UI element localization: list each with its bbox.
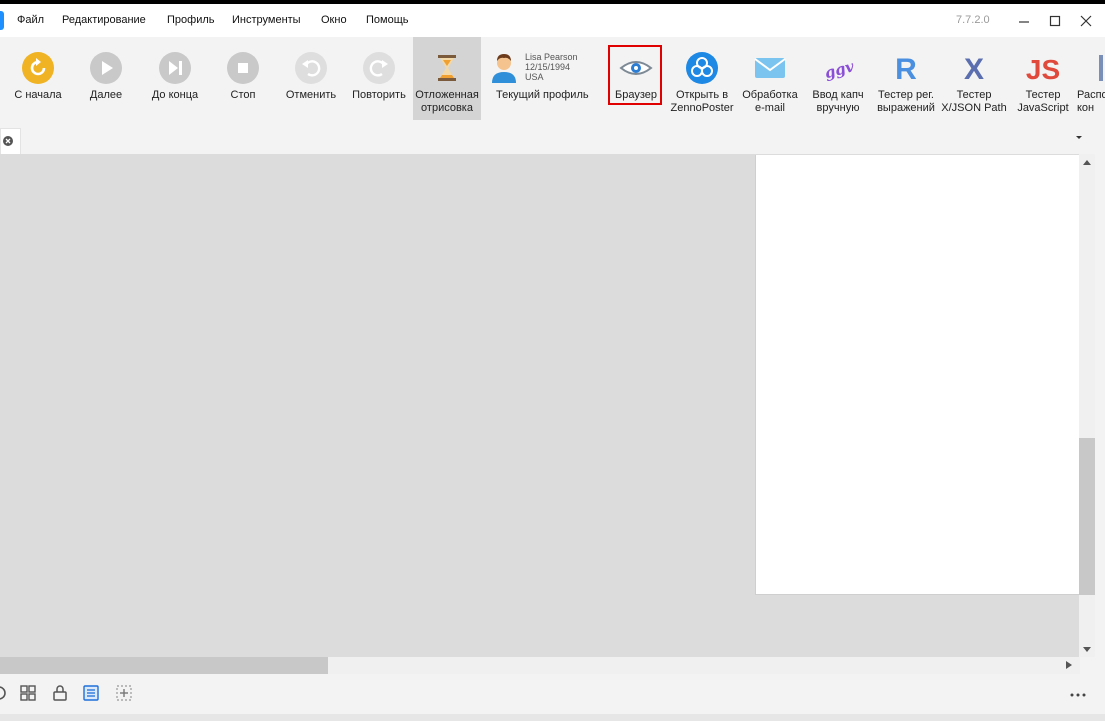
close-tab-icon[interactable] xyxy=(3,136,13,146)
js-tester-button[interactable]: JS Тестер JavaScript xyxy=(1012,37,1074,120)
deferred-render-label: Отложенная отрисовка xyxy=(415,89,479,114)
menu-window[interactable]: Окно xyxy=(321,14,347,26)
captcha-manual-button[interactable]: ggv Ввод капч вручную xyxy=(806,37,870,120)
skip-end-icon xyxy=(159,52,191,84)
tab-project[interactable] xyxy=(0,128,21,154)
stop-icon xyxy=(227,52,259,84)
more-options-icon[interactable] xyxy=(1069,684,1087,702)
menu-bar: Файл Редактирование Профиль Инструменты … xyxy=(0,4,1105,37)
stop-label: Стоп xyxy=(230,89,256,101)
xjson-tester-label: Тестер X/JSON Path xyxy=(941,89,1007,114)
open-zennoposter-button[interactable]: Открыть в ZennoPoster xyxy=(670,37,734,120)
maximize-icon xyxy=(1049,15,1061,27)
next-label: Далее xyxy=(89,89,123,101)
browser-preview-panel[interactable] xyxy=(755,155,1080,595)
undo-label: Отменить xyxy=(285,89,337,101)
stop-button[interactable]: Стоп xyxy=(214,37,272,120)
js-tester-label: Тестер JavaScript xyxy=(1017,89,1069,114)
menu-file[interactable]: Файл xyxy=(17,14,44,26)
vertical-scroll-thumb[interactable] xyxy=(1079,438,1095,595)
menu-profile[interactable]: Профиль xyxy=(167,14,215,26)
open-zennoposter-label: Открыть в ZennoPoster xyxy=(670,89,734,114)
close-button[interactable] xyxy=(1076,12,1096,30)
svg-text:X: X xyxy=(964,53,984,85)
scroll-right-icon[interactable] xyxy=(1066,661,1072,669)
grid-icon[interactable] xyxy=(19,684,37,702)
minimize-button[interactable] xyxy=(1014,12,1034,30)
restart-button[interactable]: С начала xyxy=(6,37,70,120)
regex-tester-button[interactable]: R Тестер рег. выражений xyxy=(874,37,938,120)
xpath-icon: X xyxy=(964,53,984,85)
to-end-label: До конца xyxy=(151,89,199,101)
current-profile-label: Текущий профиль xyxy=(496,89,589,101)
profile-birthdate: 12/15/1994 xyxy=(525,62,571,72)
menu-help[interactable]: Помощь xyxy=(366,14,409,26)
svg-text:R: R xyxy=(895,53,917,85)
browser-button[interactable]: Браузер xyxy=(608,37,664,120)
maximize-button[interactable] xyxy=(1045,12,1065,30)
app-icon[interactable] xyxy=(0,11,4,30)
truncated-toolbar-button[interactable]: Распо кон xyxy=(1076,37,1105,120)
restart-label: С начала xyxy=(14,89,62,101)
regex-tester-label: Тестер рег. выражений xyxy=(877,89,935,114)
xjson-tester-button[interactable]: X Тестер X/JSON Path xyxy=(940,37,1008,120)
redo-label: Повторить xyxy=(352,89,406,101)
profile-name: Lisa Pearson xyxy=(525,52,578,62)
truncated-label: Распо кон xyxy=(1077,89,1105,114)
lock-icon[interactable] xyxy=(51,684,69,702)
bottom-bar xyxy=(0,674,1105,714)
horizontal-scrollbar[interactable] xyxy=(0,657,1080,674)
redo-button[interactable]: Повторить xyxy=(348,37,410,120)
undo-button[interactable]: Отменить xyxy=(280,37,342,120)
menu-tools[interactable]: Инструменты xyxy=(232,14,301,26)
toolbar: С начала Далее До конца Стоп Отменить По… xyxy=(0,37,1105,120)
eye-icon xyxy=(619,61,653,75)
browser-label: Браузер xyxy=(615,89,657,101)
version-label: 7.7.2.0 xyxy=(956,14,990,26)
chevron-down-icon[interactable] xyxy=(1074,134,1084,142)
horizontal-scroll-thumb[interactable] xyxy=(0,657,328,674)
restart-icon xyxy=(22,52,54,84)
svg-text:ggv: ggv xyxy=(823,57,855,82)
add-block-icon[interactable] xyxy=(115,684,133,702)
list-icon[interactable] xyxy=(82,684,100,702)
email-processing-label: Обработка e-mail xyxy=(742,89,798,114)
envelope-icon xyxy=(754,58,786,78)
play-icon xyxy=(90,52,122,84)
deferred-render-button[interactable]: Отложенная отрисовка xyxy=(413,37,481,120)
window-bottom-edge xyxy=(0,714,1105,721)
scroll-down-icon[interactable] xyxy=(1083,647,1091,653)
svg-text:JS: JS xyxy=(1026,54,1060,85)
truncated-icon xyxy=(1099,55,1103,81)
hourglass-icon xyxy=(438,55,456,81)
redo-icon xyxy=(363,52,395,84)
circle-icon[interactable] xyxy=(0,684,8,702)
minimize-icon xyxy=(1019,21,1029,23)
captcha-manual-label: Ввод капч вручную xyxy=(812,89,864,114)
zennoposter-icon xyxy=(686,52,718,84)
undo-icon xyxy=(295,52,327,84)
email-processing-button[interactable]: Обработка e-mail xyxy=(738,37,802,120)
javascript-icon: JS xyxy=(1026,54,1060,85)
menu-edit[interactable]: Редактирование xyxy=(62,14,146,26)
next-button[interactable]: Далее xyxy=(76,37,136,120)
right-edge xyxy=(1095,154,1105,657)
to-end-button[interactable]: До конца xyxy=(144,37,206,120)
regex-icon: R xyxy=(895,53,917,85)
profile-details: Lisa Pearson 12/15/1994 USA xyxy=(525,52,578,82)
avatar-icon xyxy=(492,54,516,83)
captcha-icon: ggv xyxy=(823,57,855,82)
vertical-scrollbar[interactable] xyxy=(1079,154,1095,657)
tab-strip xyxy=(0,120,1105,155)
close-icon xyxy=(1080,15,1092,27)
scroll-up-icon[interactable] xyxy=(1083,159,1091,165)
profile-country: USA xyxy=(525,72,544,82)
